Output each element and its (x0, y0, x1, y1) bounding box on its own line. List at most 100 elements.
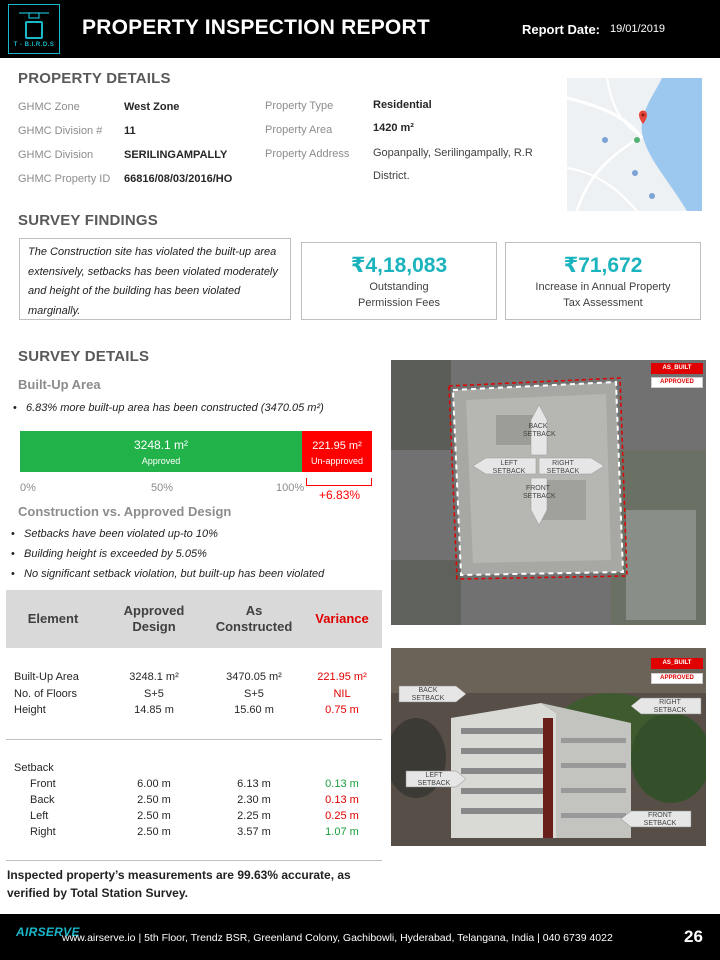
findings-summary-box: The Construction site has violated the b… (19, 238, 291, 320)
legend-as-built: AS_BUILT (651, 363, 703, 374)
accuracy-note: Inspected property’s measurements are 99… (7, 868, 351, 900)
footer-contact: www.airserve.io | 5th Floor, Trendz BSR,… (62, 932, 613, 944)
oblique-back-setback-label: BACK SETBACK (411, 687, 445, 702)
row-builtup-variance: 221.95 m² (317, 671, 367, 683)
survey-details-title: SURVEY DETAILS (18, 348, 150, 365)
row-front-approved: 6.00 m (137, 778, 171, 790)
oblique-left-setback-label: LEFT SETBACK (417, 772, 451, 787)
comparison-title: Construction vs. Approved Design (18, 504, 232, 519)
aerial-top-photo[interactable]: AS_BUILT APPROVED BACK SETBACK LEFT SETB… (391, 360, 706, 625)
ghmc-division-label: GHMC Division (18, 149, 94, 161)
property-address-value: Gopanpally, Serilingampally, R.R Distric… (373, 147, 533, 182)
axis-label-0: 0% (20, 482, 36, 494)
findings-summary-text: The Construction site has violated the b… (28, 246, 278, 317)
table-bottom-line (6, 860, 382, 861)
row-front-constructed: 6.13 m (237, 778, 271, 790)
survey-findings-title: SURVEY FINDINGS (18, 212, 158, 229)
property-details-title: PROPERTY DETAILS (18, 70, 171, 87)
permission-fees-label-2: Permission Fees (358, 297, 440, 309)
unapproved-bar: 221.95 m² Un-approved (302, 431, 372, 472)
finding-bullet-1: Setbacks have been violated up-to 10% (11, 528, 218, 540)
row-back-constructed: 2.30 m (237, 794, 271, 806)
th-constructed: As Constructed (215, 603, 293, 634)
tax-assessment-card: ₹71,672 Increase in Annual Property Tax … (505, 242, 701, 320)
unapproved-bar-value: 221.95 m² (312, 440, 362, 452)
row-height-constructed: 15.60 m (234, 704, 274, 716)
axis-label-50: 50% (151, 482, 174, 494)
permission-fees-label-1: Outstanding (369, 281, 429, 293)
row-height-approved: 14.85 m (134, 704, 174, 716)
approved-bar: 3248.1 m² Approved (20, 431, 302, 472)
ghmc-zone-label: GHMC Zone (18, 101, 80, 113)
report-footer: AIRSERVE www.airserve.io | 5th Floor, Tr… (0, 914, 720, 960)
row-floors-approved: S+5 (144, 688, 164, 700)
axis-label-100: 100% (276, 482, 305, 494)
logo-mark-icon (25, 21, 43, 39)
property-area-label: Property Area (265, 124, 333, 136)
oblique-legend-as-built: AS_BUILT (651, 658, 703, 669)
th-element: Element (27, 611, 79, 626)
ghmc-zone-value: West Zone (124, 101, 180, 113)
row-back-element: Back (30, 794, 55, 806)
top-back-setback-label: BACK SETBACK (523, 423, 556, 438)
report-date-value: 19/01/2019 (610, 23, 666, 35)
row-builtup-approved: 3248.1 m² (129, 671, 179, 683)
row-front-element: Front (30, 778, 56, 790)
location-map[interactable] (567, 78, 702, 211)
ghmc-division-number-value: 11 (124, 125, 136, 137)
oblique-right-setback-label: RIGHT SETBACK (653, 699, 687, 714)
row-right-element: Right (30, 826, 56, 838)
ghmc-division-number-label: GHMC Division # (18, 125, 103, 137)
row-builtup-constructed: 3470.05 m² (226, 671, 282, 683)
row-back-variance: 0.13 m (325, 794, 359, 806)
unapproved-bar-label: Un-approved (310, 456, 364, 466)
row-floors-variance: NIL (333, 688, 351, 700)
tax-assessment-label-2: Tax Assessment (563, 297, 643, 309)
aerial-oblique-photo[interactable]: AS_BUILT APPROVED BACK SETBACK RIGHT SET… (391, 648, 706, 846)
ghmc-division-value: SERILINGAMPALLY (124, 149, 228, 161)
logo-text: T - B.I.R.D.S (13, 42, 55, 48)
th-approved: Approved Design (123, 603, 185, 634)
report-header: T - B.I.R.D.S PROPERTY INSPECTION REPORT… (0, 0, 720, 58)
permission-fees-card: ₹4,18,083 Outstanding Permission Fees (301, 242, 497, 320)
property-type-label: Property Type (265, 100, 334, 112)
row-right-constructed: 3.57 m (237, 826, 271, 838)
table-divider (6, 739, 382, 740)
row-front-variance: 0.13 m (325, 778, 359, 790)
page-number: 26 (684, 927, 703, 946)
top-left-setback-label: LEFT SETBACK (492, 460, 526, 475)
change-bracket (306, 478, 372, 486)
finding-bullet-3: No significant setback violation, but bu… (11, 568, 324, 580)
row-back-approved: 2.50 m (137, 794, 171, 806)
oblique-legend-approved: APPROVED (651, 673, 703, 684)
row-left-variance: 0.25 m (325, 810, 359, 822)
row-floors-constructed: S+5 (244, 688, 264, 700)
row-height-variance: 0.75 m (325, 704, 359, 716)
row-left-constructed: 2.25 m (237, 810, 271, 822)
approved-bar-label: Approved (141, 456, 181, 466)
builtup-area-title: Built-Up Area (18, 377, 101, 392)
legend-approved: APPROVED (651, 377, 703, 388)
property-area-value: 1420 m² (373, 122, 414, 134)
drone-icon (19, 12, 49, 19)
top-right-setback-label: RIGHT SETBACK (546, 460, 580, 475)
row-height-element: Height (14, 704, 46, 716)
builtup-bullet: 6.83% more built-up area has been constr… (13, 402, 324, 414)
row-right-approved: 2.50 m (137, 826, 171, 838)
property-address-label: Property Address (265, 148, 350, 160)
report-date-label: Report Date: (522, 22, 601, 37)
row-left-approved: 2.50 m (137, 810, 171, 822)
row-builtup-element: Built-Up Area (14, 671, 79, 683)
tax-assessment-amount: ₹71,672 (563, 254, 643, 277)
report-title: PROPERTY INSPECTION REPORT (82, 16, 430, 39)
property-type-value: Residential (373, 99, 432, 111)
row-left-element: Left (30, 810, 49, 822)
th-variance: Variance (315, 611, 369, 626)
tbirds-logo: T - B.I.R.D.S (8, 4, 60, 54)
row-right-variance: 1.07 m (325, 826, 359, 838)
permission-fees-amount: ₹4,18,083 (350, 254, 448, 277)
row-floors-element: No. of Floors (14, 688, 77, 700)
ghmc-property-id-value: 66816/08/03/2016/HO (124, 173, 233, 185)
ghmc-property-id-label: GHMC Property ID (18, 173, 111, 185)
setback-group-label: Setback (14, 762, 54, 774)
